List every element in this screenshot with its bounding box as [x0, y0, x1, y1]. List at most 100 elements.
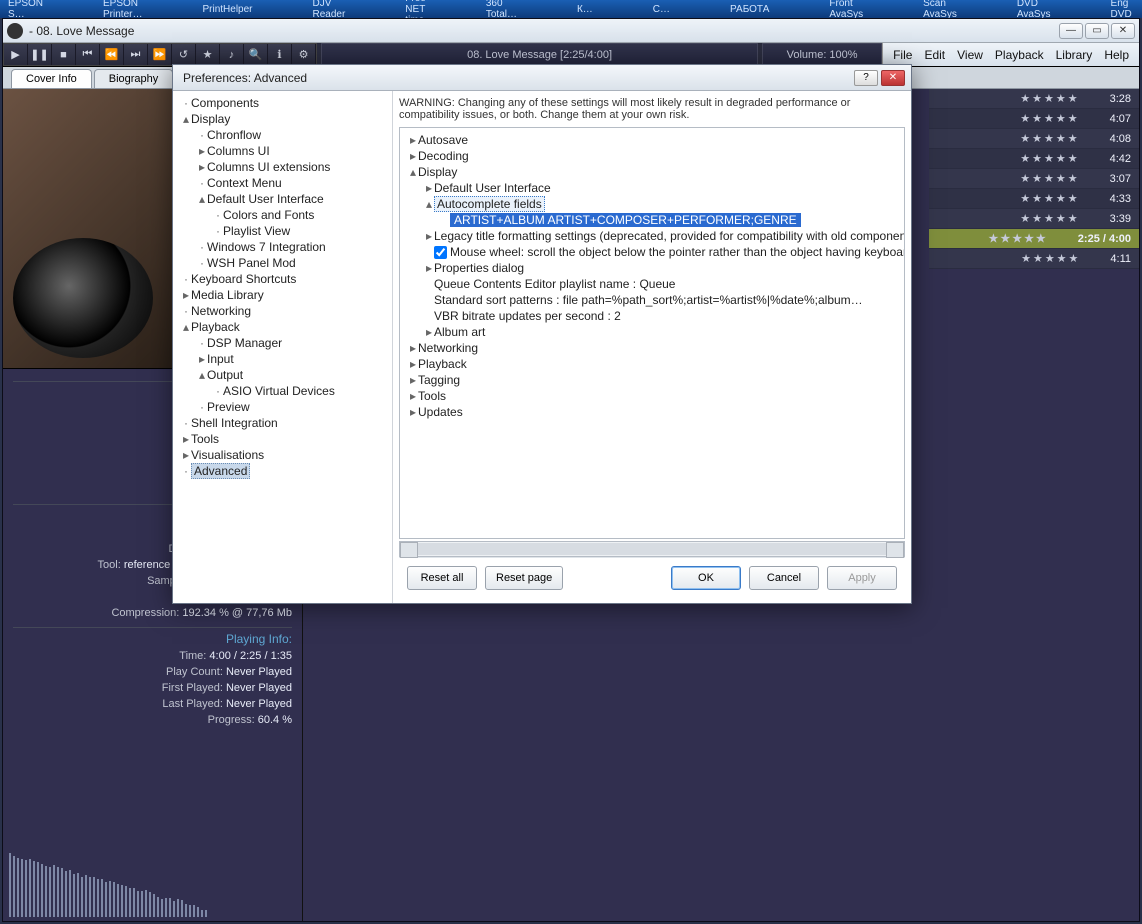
close-button[interactable]: ✕ [1111, 23, 1135, 39]
playlist-row[interactable]: ★★★★★3:28 [929, 89, 1139, 109]
tree-node[interactable]: ▴Output [177, 367, 388, 383]
tree-node[interactable]: ▸Columns UI extensions [177, 159, 388, 175]
taskbar-item[interactable]: DJV Reader [313, 0, 346, 18]
tree-node[interactable]: ·Context Menu [177, 175, 388, 191]
taskbar-item[interactable]: РАБОТА [730, 4, 769, 15]
taskbar-item[interactable]: PrintHelper [202, 4, 252, 15]
settings-node[interactable]: ▸Updates [404, 404, 900, 420]
settings-node[interactable]: ▸Album art [404, 324, 900, 340]
settings-node[interactable]: Mouse wheel: scroll the object below the… [404, 244, 900, 260]
ok-button[interactable]: OK [671, 566, 741, 590]
taskbar-item[interactable]: Eng DVD [1111, 0, 1132, 18]
taskbar-item[interactable]: К… [577, 4, 593, 15]
prev-button[interactable]: ⏮ [76, 44, 100, 65]
menu-view[interactable]: View [957, 48, 983, 62]
playlist-row[interactable]: ★★★★★3:39 [929, 209, 1139, 229]
taskbar-item[interactable]: Front AvaSys [829, 0, 863, 18]
playlist-row[interactable]: ★★★★★4:07 [929, 109, 1139, 129]
tree-node[interactable]: ▸Tools [177, 431, 388, 447]
tools-button[interactable]: ⚙ [292, 44, 316, 65]
info-button[interactable]: ℹ [268, 44, 292, 65]
dialog-close-button[interactable]: ✕ [881, 70, 905, 86]
tree-node[interactable]: ·Chronflow [177, 127, 388, 143]
playlist-row[interactable]: ★★★★★4:08 [929, 129, 1139, 149]
playlist-row[interactable]: ★★★★★4:42 [929, 149, 1139, 169]
star-button[interactable]: ★ [196, 44, 220, 65]
menu-help[interactable]: Help [1104, 48, 1129, 62]
menu-library[interactable]: Library [1056, 48, 1093, 62]
settings-node[interactable]: ▸Networking [404, 340, 900, 356]
menu-playback[interactable]: Playback [995, 48, 1044, 62]
nexttrk-button[interactable]: ⏩ [148, 44, 172, 65]
settings-node[interactable]: ▸Default User Interface [404, 180, 900, 196]
advanced-settings-tree[interactable]: ▸Autosave▸Decoding▴Display▸Default User … [399, 127, 905, 539]
maximize-button[interactable]: ▭ [1085, 23, 1109, 39]
tab-cover info[interactable]: Cover Info [11, 69, 92, 88]
settings-node[interactable]: ▸Decoding [404, 148, 900, 164]
taskbar-item[interactable]: 360 Total… [486, 0, 517, 18]
prevtrk-button[interactable]: ⏪ [100, 44, 124, 65]
horizontal-scrollbar[interactable] [399, 541, 905, 557]
settings-node[interactable]: VBR bitrate updates per second : 2 [404, 308, 900, 324]
tree-node[interactable]: ▴Display [177, 111, 388, 127]
settings-node[interactable]: ▸Legacy title formatting settings (depre… [404, 228, 900, 244]
settings-node[interactable]: ▸Tagging [404, 372, 900, 388]
tree-node[interactable]: ▸Columns UI [177, 143, 388, 159]
tree-node[interactable]: ▸Visualisations [177, 447, 388, 463]
tree-node[interactable]: ·ASIO Virtual Devices [177, 383, 388, 399]
playlist-row[interactable]: ★★★★★4:11 [929, 249, 1139, 269]
taskbar-item[interactable]: С… [653, 4, 670, 15]
settings-node[interactable]: Queue Contents Editor playlist name : Qu… [404, 276, 900, 292]
tree-node[interactable]: ·WSH Panel Mod [177, 255, 388, 271]
tree-node[interactable]: ·Playlist View [177, 223, 388, 239]
settings-node[interactable]: Standard sort patterns : file path=%path… [404, 292, 900, 308]
tree-node[interactable]: ·Networking [177, 303, 388, 319]
pause-button[interactable]: ❚❚ [28, 44, 52, 65]
minimize-button[interactable]: — [1059, 23, 1083, 39]
taskbar-item[interactable]: EPSON Printer… [103, 0, 142, 18]
taskbar-item[interactable]: Scan AvaSys [923, 0, 957, 18]
cancel-button[interactable]: Cancel [749, 566, 819, 590]
apply-button[interactable]: Apply [827, 566, 897, 590]
checkbox[interactable] [434, 246, 447, 259]
tree-node[interactable]: ·Colors and Fonts [177, 207, 388, 223]
tree-node[interactable]: ▸Media Library [177, 287, 388, 303]
tree-node[interactable]: ▸Input [177, 351, 388, 367]
settings-node[interactable]: ▴Display [404, 164, 900, 180]
playlist-row[interactable]: ★★★★★2:25 / 4:00 [929, 229, 1139, 249]
menu-file[interactable]: File [893, 48, 912, 62]
tree-node[interactable]: ▴Default User Interface [177, 191, 388, 207]
tree-node[interactable]: ·Advanced [177, 463, 388, 479]
volume-display[interactable]: Volume: 100% [762, 43, 882, 66]
play-button[interactable]: ▶ [4, 44, 28, 65]
playlist-row[interactable]: ★★★★★3:07 [929, 169, 1139, 189]
stop-button[interactable]: ■ [52, 44, 76, 65]
random-button[interactable]: ↺ [172, 44, 196, 65]
reset-all-button[interactable]: Reset all [407, 566, 477, 590]
settings-node[interactable]: ▸Autosave [404, 132, 900, 148]
reset-page-button[interactable]: Reset page [485, 566, 563, 590]
settings-node[interactable]: ▴Autocomplete fields [404, 196, 900, 212]
playlist-row[interactable]: ★★★★★4:33 [929, 189, 1139, 209]
taskbar-item[interactable]: Free NET time [405, 0, 426, 18]
tree-node[interactable]: ·Keyboard Shortcuts [177, 271, 388, 287]
dialog-help-button[interactable]: ? [854, 70, 878, 86]
next-button[interactable]: ⏭ [124, 44, 148, 65]
tree-node[interactable]: ·Components [177, 95, 388, 111]
settings-node[interactable]: ARTIST+ALBUM ARTIST+COMPOSER+PERFORMER;G… [404, 212, 900, 228]
preferences-tree[interactable]: ·Components▴Display·Chronflow▸Columns UI… [173, 91, 393, 603]
settings-node[interactable]: ▸Playback [404, 356, 900, 372]
taskbar-item[interactable]: EPSON S… [8, 0, 43, 18]
settings-node[interactable]: ▸Properties dialog [404, 260, 900, 276]
menu-edit[interactable]: Edit [924, 48, 945, 62]
taskbar-item[interactable]: DVD AvaSys [1017, 0, 1051, 18]
note-button[interactable]: ♪ [220, 44, 244, 65]
tree-node[interactable]: ·Shell Integration [177, 415, 388, 431]
settings-node[interactable]: ▸Tools [404, 388, 900, 404]
tree-node[interactable]: ·Windows 7 Integration [177, 239, 388, 255]
tree-node[interactable]: ▴Playback [177, 319, 388, 335]
tab-biography[interactable]: Biography [94, 69, 174, 88]
tree-node[interactable]: ·DSP Manager [177, 335, 388, 351]
tree-node[interactable]: ·Preview [177, 399, 388, 415]
search-button[interactable]: 🔍 [244, 44, 268, 65]
